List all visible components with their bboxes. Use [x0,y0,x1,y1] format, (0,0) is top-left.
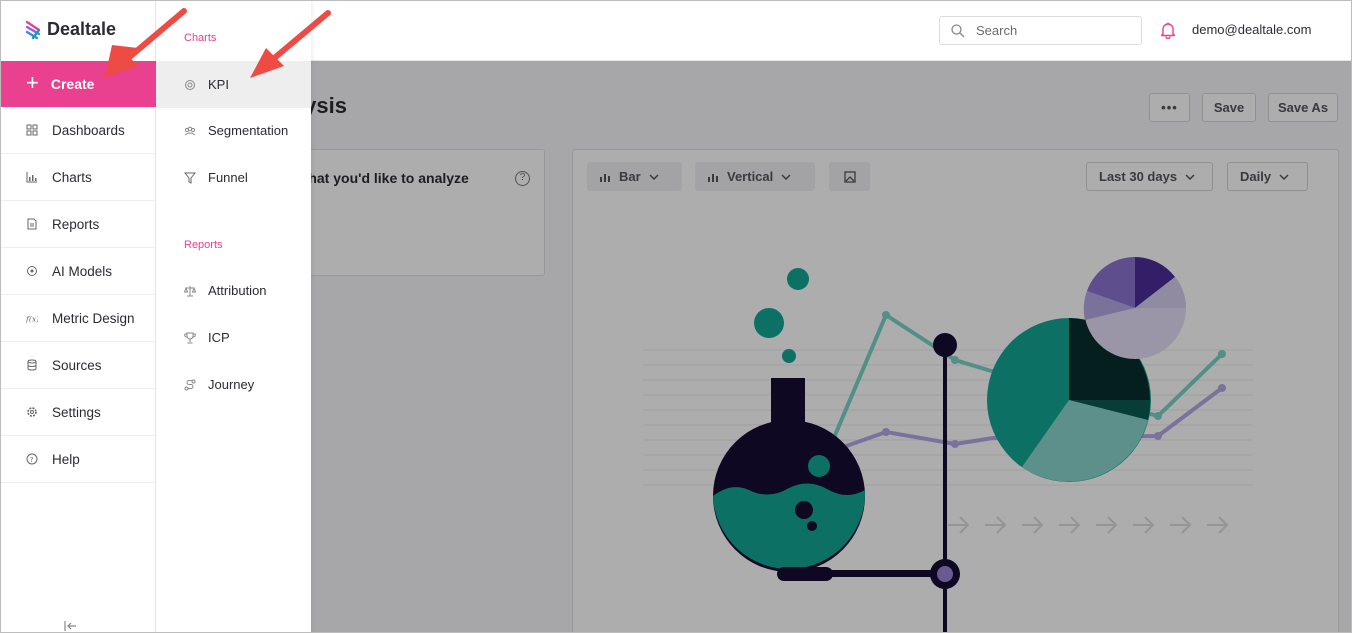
search-icon [951,23,965,37]
ai-icon [27,266,37,276]
scale-icon [184,285,196,296]
submenu-item-segmentation[interactable]: Segmentation [156,107,311,154]
submenu-item-label: Segmentation [208,123,289,138]
dealtale-logo-icon [25,20,41,39]
submenu-item-label: Funnel [208,170,248,185]
svg-text:f(x): f(x) [26,314,38,323]
submenu-item-journey[interactable]: Journey [156,361,311,408]
submenu-item-icp[interactable]: ICP [156,314,311,361]
notification-bell-icon[interactable] [1159,21,1177,39]
segmentation-icon [184,126,196,135]
sidebar-item-settings[interactable]: Settings [0,389,156,436]
sidebar-item-charts[interactable]: Charts [0,154,156,201]
document-icon [27,218,37,230]
submenu-item-attribution[interactable]: Attribution [156,267,311,314]
sidebar-item-reports[interactable]: Reports [0,201,156,248]
search-box[interactable] [939,16,1142,45]
sidebar-item-help[interactable]: ? Help [0,436,156,483]
menu-backdrop-overlay[interactable] [156,61,1352,633]
sidebar-item-label: Reports [52,216,100,232]
submenu-item-label: Attribution [208,283,267,298]
collapse-sidebar-icon[interactable] [64,620,78,632]
section-label-charts: Charts [184,32,217,44]
create-submenu: Charts KPI Segmentation Funnel Reports A… [156,0,311,633]
sidebar-item-label: Sources [52,357,102,373]
sidebar-item-metric-design[interactable]: f(x) Metric Design [0,295,156,342]
sidebar-item-ai-models[interactable]: AI Models [0,248,156,295]
sidebar-item-label: Dashboards [52,122,125,138]
user-email[interactable]: demo@dealtale.com [1192,22,1311,37]
kpi-icon [185,79,195,90]
submenu-item-funnel[interactable]: Funnel [156,154,311,201]
create-label: Create [50,76,95,92]
function-icon: f(x) [26,314,38,323]
submenu-item-label: KPI [208,77,229,92]
help-icon: ? [26,453,38,465]
journey-icon [184,379,196,390]
funnel-icon [184,172,196,184]
sidebar-item-label: Metric Design [52,310,135,326]
section-label-reports: Reports [184,239,223,251]
sidebar: Dealtale + Create Dashboards Charts Repo… [0,0,156,633]
svg-text:?: ? [30,456,34,464]
sidebar-item-label: AI Models [52,263,113,279]
sidebar-nav: Dashboards Charts Reports AI Models f(x)… [0,107,156,483]
create-button[interactable]: + Create [0,61,156,107]
submenu-item-label: ICP [208,330,230,345]
submenu-item-kpi[interactable]: KPI [156,61,311,108]
sidebar-item-label: Settings [52,404,101,420]
bar-chart-icon [26,172,37,183]
submenu-item-label: Journey [208,377,255,392]
search-input[interactable] [976,23,1126,38]
sidebar-item-dashboards[interactable]: Dashboards [0,107,156,154]
grid-icon [26,124,38,136]
trophy-icon [184,332,196,343]
brand-logo[interactable]: Dealtale [25,19,116,40]
sidebar-item-label: Charts [52,169,92,185]
brand-name: Dealtale [47,19,117,39]
database-icon [27,359,37,371]
plus-icon: + [26,69,39,95]
sidebar-item-label: Help [52,451,80,467]
sidebar-item-sources[interactable]: Sources [0,342,156,389]
gear-icon [27,407,37,417]
